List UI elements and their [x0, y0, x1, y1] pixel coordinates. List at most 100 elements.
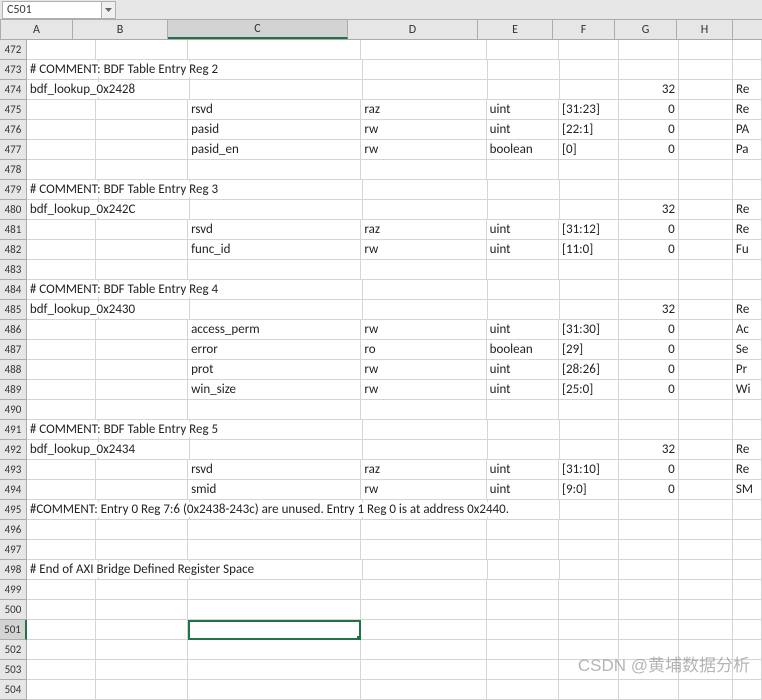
cell[interactable] [679, 400, 733, 420]
cell[interactable] [733, 500, 762, 520]
cell[interactable] [733, 680, 762, 700]
cell[interactable] [188, 540, 361, 560]
column-header-B[interactable]: B [73, 20, 168, 39]
cell[interactable] [27, 540, 97, 560]
cell[interactable] [27, 580, 97, 600]
cell[interactable] [27, 260, 97, 280]
cell[interactable]: uint [487, 120, 559, 140]
cell[interactable]: prot [188, 360, 361, 380]
cell[interactable] [96, 100, 188, 120]
cell[interactable] [679, 460, 733, 480]
cell[interactable] [488, 280, 560, 300]
cell[interactable] [27, 120, 97, 140]
cell[interactable] [560, 420, 620, 440]
row-header[interactable]: 476 [0, 120, 27, 140]
cell[interactable] [560, 80, 620, 100]
cell[interactable]: [31:23] [559, 100, 619, 120]
cell[interactable] [733, 400, 762, 420]
row-header[interactable]: 500 [0, 600, 27, 620]
cell[interactable] [679, 340, 733, 360]
cell[interactable]: 0 [619, 380, 679, 400]
cell[interactable] [679, 660, 733, 680]
cell[interactable]: [11:0] [559, 240, 619, 260]
cell[interactable] [679, 240, 733, 260]
cell[interactable]: bdf_lookup_0x242C [27, 200, 99, 220]
cell[interactable]: 0 [619, 220, 679, 240]
cell[interactable]: Re [733, 80, 762, 100]
cell[interactable] [487, 160, 559, 180]
cell[interactable] [96, 460, 188, 480]
row-header[interactable]: 485 [0, 300, 27, 320]
cell[interactable]: # COMMENT: BDF Table Entry Reg 2 [27, 60, 99, 80]
cell[interactable] [559, 540, 619, 560]
cell[interactable] [96, 620, 188, 640]
cell[interactable] [488, 180, 560, 200]
cell[interactable]: access_perm [188, 320, 361, 340]
cell[interactable]: Re [733, 200, 762, 220]
cell[interactable] [96, 520, 188, 540]
cell[interactable] [361, 600, 486, 620]
name-box-dropdown[interactable] [102, 1, 116, 19]
cell[interactable] [27, 460, 97, 480]
cell[interactable]: 0 [619, 360, 679, 380]
cell[interactable] [619, 400, 679, 420]
cell[interactable]: rsvd [188, 220, 361, 240]
cell[interactable] [363, 440, 488, 460]
cell[interactable]: boolean [487, 340, 559, 360]
row-header[interactable]: 497 [0, 540, 27, 560]
cell[interactable] [363, 60, 488, 80]
cell[interactable]: boolean [487, 140, 559, 160]
cell[interactable] [363, 560, 488, 580]
cell[interactable] [679, 200, 733, 220]
cell[interactable] [96, 320, 188, 340]
cell[interactable] [679, 420, 733, 440]
cell[interactable] [679, 540, 733, 560]
cell[interactable] [27, 100, 97, 120]
cell[interactable] [488, 60, 560, 80]
cell[interactable] [679, 360, 733, 380]
cell[interactable] [733, 60, 762, 80]
cell[interactable] [96, 140, 188, 160]
cell[interactable] [560, 60, 620, 80]
cell[interactable]: Pr [733, 360, 762, 380]
cell[interactable]: 0 [619, 340, 679, 360]
cell[interactable] [190, 80, 363, 100]
cell[interactable] [733, 640, 762, 660]
cell[interactable] [679, 80, 733, 100]
row-header[interactable]: 501 [0, 620, 27, 640]
cell[interactable] [619, 520, 679, 540]
cell[interactable] [188, 520, 361, 540]
cell[interactable] [679, 600, 733, 620]
cell[interactable] [679, 140, 733, 160]
cell[interactable]: rw [361, 120, 486, 140]
cell[interactable] [619, 660, 679, 680]
cell[interactable] [361, 40, 486, 60]
cell[interactable] [733, 280, 762, 300]
cell[interactable] [619, 560, 679, 580]
cell[interactable]: #COMMENT: Entry 0 Reg 7:6 (0x2438-243c) … [27, 500, 99, 520]
cell[interactable] [188, 400, 361, 420]
row-header[interactable]: 478 [0, 160, 27, 180]
cell[interactable]: func_id [188, 240, 361, 260]
cell[interactable] [96, 360, 188, 380]
cell[interactable] [361, 520, 486, 540]
cell[interactable] [96, 600, 188, 620]
cell[interactable] [679, 180, 733, 200]
cell[interactable]: rw [361, 480, 486, 500]
cell[interactable] [361, 580, 486, 600]
column-header-A[interactable]: A [1, 20, 73, 39]
cell[interactable] [679, 100, 733, 120]
cell[interactable] [619, 160, 679, 180]
cell[interactable] [679, 160, 733, 180]
row-header[interactable]: 477 [0, 140, 27, 160]
cell[interactable] [733, 660, 762, 680]
row-header[interactable]: 492 [0, 440, 27, 460]
cell[interactable]: SM [733, 480, 762, 500]
cell[interactable] [188, 260, 361, 280]
cell[interactable] [188, 660, 361, 680]
cell[interactable] [96, 580, 188, 600]
cell[interactable]: # COMMENT: BDF Table Entry Reg 4 [27, 280, 99, 300]
cell[interactable] [679, 640, 733, 660]
cell[interactable] [619, 40, 679, 60]
row-header[interactable]: 503 [0, 660, 27, 680]
